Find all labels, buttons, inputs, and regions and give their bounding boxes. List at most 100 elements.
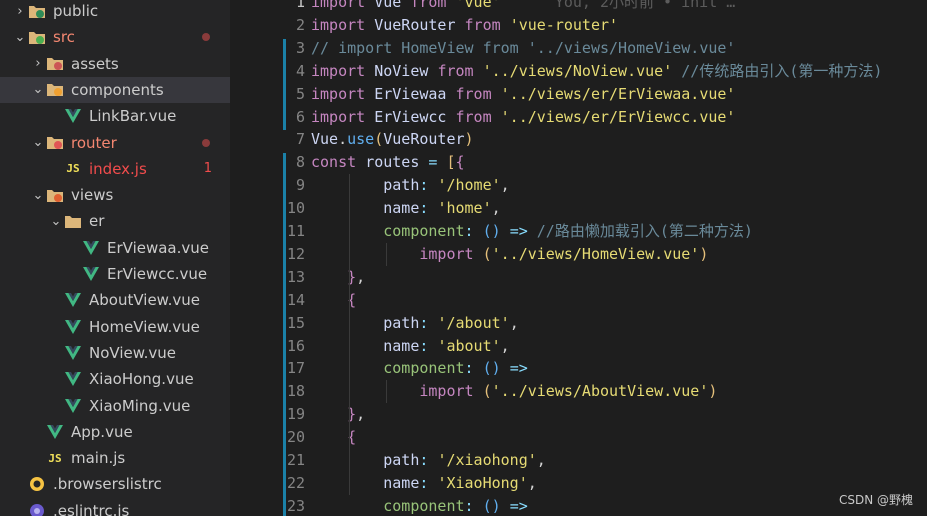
code-token: ,	[491, 199, 501, 218]
code-token: //路由懒加载引入(第二种方法)	[536, 222, 753, 240]
tree-item[interactable]: ⌄ src	[0, 24, 230, 50]
tree-item[interactable]: XiaoHong.vue	[0, 366, 230, 392]
code-token: component	[383, 359, 465, 378]
code-token: name	[383, 473, 420, 492]
code-token: '../views/er/ErViewcc.vue'	[500, 107, 736, 126]
code-line[interactable]: const routes = [{	[311, 151, 465, 174]
tree-item[interactable]: ⌄ router	[0, 130, 230, 156]
tree-item[interactable]: .eslintrc.js	[0, 498, 230, 516]
tree-item[interactable]: › assets	[0, 51, 230, 77]
code-line[interactable]: name: 'XiaoHong',	[311, 472, 537, 495]
code-token: import	[419, 382, 474, 401]
code-line[interactable]: },	[311, 403, 365, 426]
chevron-down-icon[interactable]: ⌄	[30, 135, 46, 150]
tree-item[interactable]: AboutView.vue	[0, 287, 230, 313]
line-number: 23	[286, 496, 305, 515]
tree-item-label: main.js	[71, 449, 126, 468]
code-token: '/about'	[437, 313, 510, 332]
code-token: =>	[509, 222, 528, 240]
code-token: from	[437, 61, 474, 80]
line-number: 11	[286, 222, 305, 240]
tree-item[interactable]: NoView.vue	[0, 340, 230, 366]
code-editor[interactable]: 1 2 3 4 5 6 7 8 9 10 11 12 13 14 15 16 17 18 19 20 21 22 23 im…	[230, 0, 927, 516]
folder-assets-icon	[46, 56, 64, 72]
code-token: (	[482, 244, 492, 263]
code-line[interactable]: import Vue from 'vue' You, 2小时前 • init …	[311, 0, 735, 14]
code-token: 'vue'	[455, 0, 501, 11]
code-line[interactable]: component: () =>	[311, 495, 528, 516]
code-line[interactable]: name: 'home',	[311, 197, 501, 220]
code-token: 'XiaoHong'	[437, 473, 528, 492]
code-token: import	[311, 0, 366, 11]
code-token: )	[708, 382, 718, 401]
tree-item-label: assets	[71, 54, 119, 73]
code-line[interactable]: name: 'about',	[311, 335, 510, 358]
code-line[interactable]: // import HomeView from '../views/HomeVi…	[311, 37, 735, 60]
code-line[interactable]: Vue.use(VueRouter)	[311, 128, 474, 151]
vscode-window: › public ⌄ src › assets ⌄ components LinkBar.vue…	[0, 0, 927, 516]
code-token: :	[464, 222, 474, 240]
line-number: 20	[286, 428, 305, 447]
indent-guide	[386, 242, 387, 266]
tree-item[interactable]: JS main.js	[0, 445, 230, 471]
code-token: {	[455, 153, 465, 172]
code-line[interactable]: path: '/xiaohong',	[311, 449, 546, 472]
code-line[interactable]: import ErViewcc from '../views/er/ErView…	[311, 106, 735, 129]
line-number: 10	[286, 199, 305, 218]
code-line[interactable]: path: '/home',	[311, 174, 510, 197]
folder-public-icon	[28, 3, 46, 19]
tree-item[interactable]: LinkBar.vue	[0, 103, 230, 129]
code-token: import	[311, 84, 366, 103]
code-token: ,	[500, 336, 510, 355]
code-token: path	[383, 176, 420, 195]
tree-item[interactable]: HomeView.vue	[0, 314, 230, 340]
code-token: from	[455, 84, 492, 103]
code-line[interactable]: path: '/about',	[311, 312, 518, 335]
code-line[interactable]: import ErViewaa from '../views/er/ErView…	[311, 83, 735, 106]
chevron-right-icon[interactable]: ›	[30, 56, 46, 71]
chevron-right-icon[interactable]: ›	[12, 4, 28, 19]
tree-item[interactable]: ErViewaa.vue	[0, 235, 230, 261]
tree-item[interactable]: › public	[0, 0, 230, 24]
tree-item[interactable]: ⌄ views	[0, 182, 230, 208]
tree-item-label: public	[53, 2, 99, 20]
code-line[interactable]: import VueRouter from 'vue-router'	[311, 14, 618, 37]
line-number: 4	[295, 61, 305, 80]
tree-item[interactable]: ⌄ er	[0, 208, 230, 234]
tree-item-label: App.vue	[71, 422, 133, 441]
chevron-down-icon[interactable]: ⌄	[48, 214, 64, 229]
code-token: name	[383, 336, 420, 355]
code-line[interactable]: import NoView from '../views/NoView.vue'…	[311, 60, 882, 83]
tree-item[interactable]: XiaoMing.vue	[0, 393, 230, 419]
code-line[interactable]: component: () =>	[311, 357, 528, 380]
code-token: '../views/er/ErViewaa.vue'	[500, 84, 736, 103]
tree-item[interactable]: .browserslistrc	[0, 471, 230, 497]
folder-views-icon	[46, 187, 64, 203]
chevron-down-icon[interactable]: ⌄	[30, 82, 46, 97]
code-token: =>	[509, 359, 528, 378]
code-token: ,	[356, 267, 366, 286]
tree-item-label: XiaoMing.vue	[89, 396, 191, 415]
chevron-down-icon[interactable]: ⌄	[30, 188, 46, 203]
code-line[interactable]: import ('../views/AboutView.vue')	[311, 380, 717, 403]
code-line[interactable]: import ('../views/HomeView.vue')	[311, 243, 708, 266]
line-number: 14	[286, 290, 305, 309]
code-token: ,	[500, 176, 510, 195]
tree-item[interactable]: ErViewcc.vue	[0, 261, 230, 287]
file-explorer: › public ⌄ src › assets ⌄ components LinkBar.vue…	[0, 0, 230, 516]
chevron-down-icon[interactable]: ⌄	[12, 30, 28, 45]
tree-item[interactable]: App.vue	[0, 419, 230, 445]
tree-item-label: HomeView.vue	[89, 317, 200, 336]
code-line[interactable]: component: () => //路由懒加载引入(第二种方法)	[311, 220, 753, 243]
line-number: 16	[286, 336, 305, 355]
tree-item[interactable]: JS index.js 1	[0, 156, 230, 182]
tree-item[interactable]: ⌄ components	[0, 76, 230, 103]
code-line[interactable]: },	[311, 266, 365, 289]
